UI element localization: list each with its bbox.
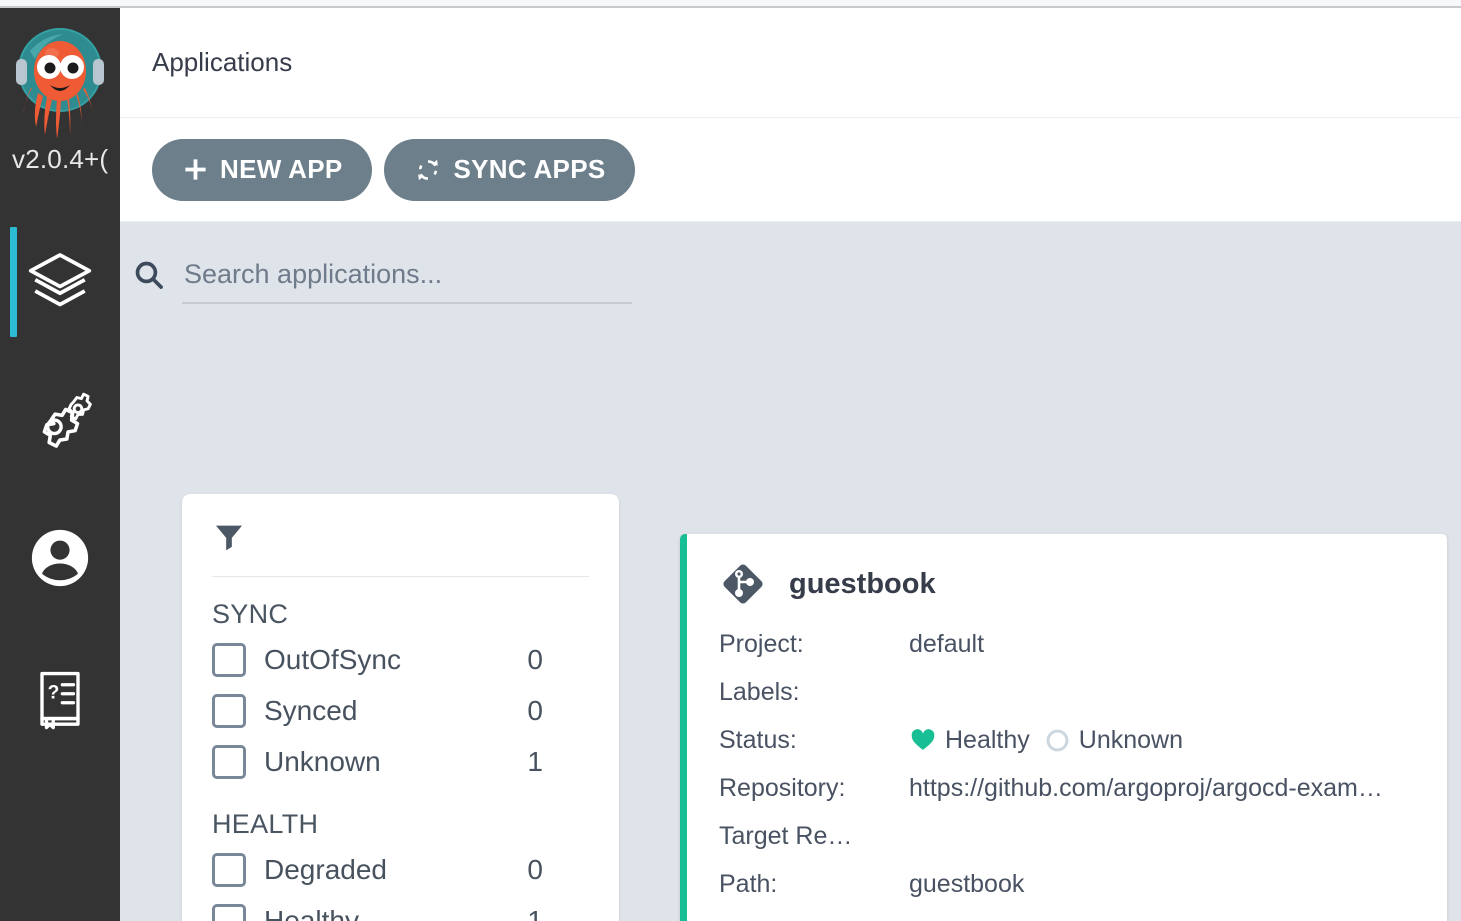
heart-icon: [911, 729, 935, 750]
filter-group-title: HEALTH: [212, 809, 319, 839]
row-key: Target Re…: [719, 821, 853, 850]
row-value: https://github.com/argoproj/argocd-exam…: [909, 773, 1383, 802]
filter-option-count: 0: [527, 853, 543, 885]
filter-group-title: SYNC: [212, 599, 289, 629]
filter-option-degraded[interactable]: Degraded 0: [212, 844, 589, 895]
application-row-repository: Repository: https://github.com/argoproj/…: [719, 764, 1419, 812]
new-app-button[interactable]: NEW APP: [152, 138, 373, 201]
filter-option-count: 0: [527, 643, 543, 675]
row-key: Path:: [719, 869, 778, 898]
filter-option-count: 0: [527, 694, 543, 726]
filter-group-health: HEALTH Degraded 0 Healthy 1 Missing: [212, 809, 589, 921]
help-book-icon: ?: [40, 671, 80, 730]
user-circle-icon: [31, 529, 89, 587]
sync-icon: [418, 159, 439, 180]
filter-option-count: 1: [527, 904, 543, 921]
filter-header: [212, 520, 589, 577]
row-value: in-cluster: [909, 918, 1419, 921]
application-card[interactable]: guestbook Project: default Labels: Statu…: [680, 534, 1447, 921]
filter-option-label: Synced: [264, 694, 358, 726]
browser-top-strip: [0, 0, 1461, 8]
health-accent-bar: [680, 534, 687, 921]
argo-octopus-logo: [5, 20, 115, 150]
checkbox[interactable]: [212, 693, 246, 728]
row-key: Destinati…: [719, 918, 909, 921]
main-column: Applications NEW APP SYNC APPS Search ap…: [120, 8, 1461, 921]
row-value: default: [909, 629, 985, 658]
sidebar-item-applications[interactable]: [0, 213, 120, 351]
application-title-row: guestbook: [719, 560, 1419, 608]
application-name: guestbook: [789, 567, 936, 600]
filter-option-label: Unknown: [264, 745, 381, 777]
plus-icon: [185, 159, 206, 180]
argocd-application-page: v2.0.4+(? Applications NEW APP SYNC APP…: [0, 0, 1461, 921]
health-status-label: Healthy: [945, 725, 1030, 754]
application-card-body: guestbook Project: default Labels: Statu…: [687, 534, 1447, 921]
sidebar-nav: ?: [0, 213, 120, 765]
gears-icon: [42, 392, 92, 448]
application-row-status: Status: Healthy Unknown: [719, 716, 1419, 764]
checkbox[interactable]: [212, 744, 246, 779]
filter-option-label: OutOfSync: [264, 643, 401, 675]
layers-icon: [28, 253, 92, 307]
circle-outline-icon: [1046, 729, 1069, 751]
left-sidebar: v2.0.4+(?: [0, 8, 120, 921]
checkbox[interactable]: [212, 852, 246, 887]
row-value: Healthy Unknown: [909, 726, 1419, 755]
page-header: Applications: [120, 8, 1461, 118]
filters-panel: SYNC OutOfSync 0 Synced 0 Unknown 1 HEAL…: [182, 494, 619, 921]
sync-status-label: Unknown: [1078, 725, 1183, 754]
row-key: Status:: [719, 725, 797, 754]
sync-apps-button[interactable]: SYNC APPS: [384, 138, 636, 201]
row-value: guestbook: [909, 869, 1025, 898]
svg-text:?: ?: [48, 682, 60, 703]
application-row-destination: Destinati… in-cluster: [719, 908, 1419, 921]
application-row-path: Path: guestbook: [719, 860, 1419, 908]
version-label: v2.0.4+(: [12, 144, 109, 174]
search-row: [132, 258, 632, 304]
filter-option-label: Degraded: [264, 853, 387, 885]
sidebar-item-settings[interactable]: [0, 351, 120, 489]
filter-group-sync: SYNC OutOfSync 0 Synced 0 Unknown 1: [212, 599, 589, 787]
filter-option-count: 1: [527, 745, 543, 777]
active-indicator: [10, 227, 17, 337]
filter-option-synced[interactable]: Synced 0: [212, 685, 589, 736]
git-logo-icon: [723, 564, 763, 604]
row-key: Project:: [719, 629, 804, 658]
filter-option-outofsync[interactable]: OutOfSync 0: [212, 634, 589, 685]
content-area: SYNC OutOfSync 0 Synced 0 Unknown: [120, 222, 1461, 921]
checkbox[interactable]: [212, 903, 246, 921]
new-app-label: NEW APP: [220, 154, 343, 184]
filter-option-label: Healthy: [264, 904, 359, 921]
page-title: Applications: [152, 47, 293, 77]
sync-apps-label: SYNC APPS: [453, 154, 606, 184]
application-row-labels: Labels:: [719, 668, 1419, 716]
filter-funnel-icon[interactable]: [212, 520, 246, 554]
application-row-target-revision: Target Re…: [719, 812, 1419, 860]
sidebar-item-user-info[interactable]: [0, 489, 120, 627]
filter-option-unknown[interactable]: Unknown 1: [212, 736, 589, 787]
sidebar-item-documentation[interactable]: ?: [0, 627, 120, 765]
filter-option-healthy[interactable]: Healthy 1: [212, 895, 589, 921]
toolbar: NEW APP SYNC APPS: [120, 118, 1461, 222]
checkbox[interactable]: [212, 642, 246, 677]
row-key: Labels:: [719, 677, 800, 706]
row-key: Repository:: [719, 773, 846, 802]
application-row-project: Project: default: [719, 620, 1419, 668]
search-icon[interactable]: [132, 258, 166, 292]
search-input[interactable]: [182, 259, 632, 304]
